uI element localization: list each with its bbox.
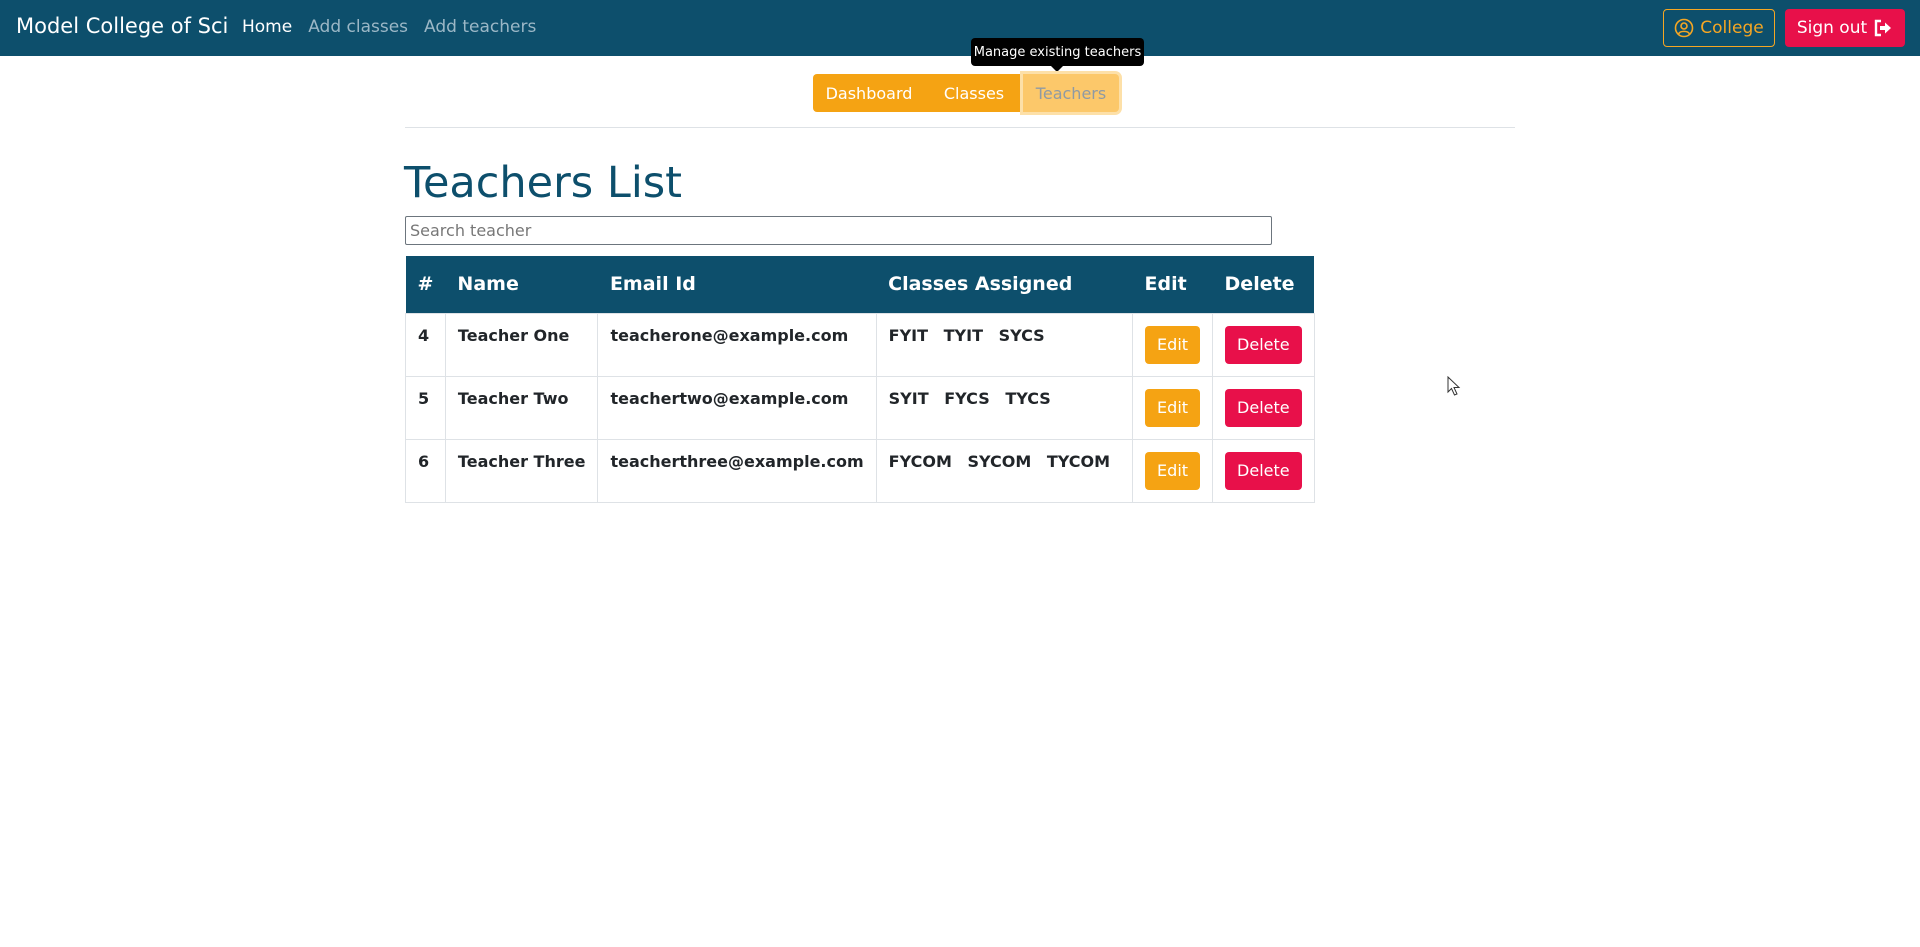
table-row: 6 Teacher Three teacherthree@example.com… — [405, 438, 1315, 503]
section-tabs: Dashboard Classes Teachers — [813, 74, 1119, 112]
class-tag: SYCS — [998, 325, 1045, 345]
row-classes: FYIT TYIT SYCS — [875, 312, 1134, 377]
class-tag: FYIT — [888, 325, 929, 345]
tab-classes[interactable]: Classes — [925, 74, 1023, 112]
row-email: teacherone@example.com — [597, 312, 877, 377]
table-row: 5 Teacher Two teachertwo@example.com SYI… — [405, 375, 1315, 440]
class-tag: TYIT — [943, 325, 983, 345]
class-tag: FYCOM — [888, 451, 952, 471]
row-classes: SYIT FYCS TYCS — [875, 375, 1134, 440]
header-edit: Edit — [1132, 256, 1213, 313]
row-name: Teacher One — [444, 312, 599, 377]
header-delete: Delete — [1212, 256, 1315, 313]
sign-out-button[interactable]: Sign out — [1785, 9, 1905, 47]
page-title: Teachers List — [404, 158, 683, 208]
row-number: 6 — [405, 438, 446, 503]
class-tag: SYCOM — [967, 451, 1032, 471]
row-edit-cell: Edit — [1132, 375, 1214, 440]
nav-link-add-teachers[interactable]: Add teachers — [424, 17, 536, 37]
class-tag: FYCS — [944, 388, 990, 408]
delete-button[interactable]: Delete — [1225, 451, 1302, 490]
header-email: Email Id — [597, 256, 877, 313]
delete-button[interactable]: Delete — [1225, 325, 1302, 364]
search-input[interactable] — [405, 216, 1272, 245]
sign-out-icon — [1874, 19, 1892, 37]
teachers-table: # Name Email Id Classes Assigned Edit De… — [405, 256, 1315, 503]
class-tag: SYIT — [888, 388, 929, 408]
class-tag: TYCS — [1005, 388, 1051, 408]
row-name: Teacher Two — [444, 375, 599, 440]
nav-links: Home Add classes Add teachers — [242, 17, 536, 37]
tooltip: Manage existing teachers — [971, 38, 1144, 72]
edit-button[interactable]: Edit — [1145, 388, 1201, 427]
college-button[interactable]: College — [1663, 9, 1775, 47]
table-header-row: # Name Email Id Classes Assigned Edit De… — [405, 256, 1315, 313]
row-name: Teacher Three — [444, 438, 599, 503]
tab-teachers[interactable]: Teachers — [1023, 74, 1119, 112]
top-navbar: Model College of Sci Home Add classes Ad… — [0, 0, 1920, 56]
row-delete-cell: Delete — [1212, 375, 1315, 440]
edit-button[interactable]: Edit — [1145, 451, 1201, 490]
header-classes: Classes Assigned — [876, 256, 1133, 313]
nav-link-add-classes[interactable]: Add classes — [308, 17, 408, 37]
row-number: 4 — [405, 312, 446, 377]
nav-link-home[interactable]: Home — [242, 17, 292, 37]
user-circle-icon — [1674, 18, 1694, 38]
edit-button[interactable]: Edit — [1145, 325, 1201, 364]
row-classes: FYCOM SYCOM TYCOM — [875, 438, 1134, 503]
row-email: teacherthree@example.com — [597, 438, 877, 503]
row-number: 5 — [405, 375, 446, 440]
row-edit-cell: Edit — [1132, 438, 1214, 503]
sign-out-label: Sign out — [1796, 18, 1868, 38]
row-edit-cell: Edit — [1132, 312, 1214, 377]
tab-dashboard[interactable]: Dashboard — [813, 74, 925, 112]
row-delete-cell: Delete — [1212, 438, 1315, 503]
brand-title[interactable]: Model College of Sci — [16, 14, 228, 38]
header-number: # — [405, 256, 446, 313]
row-delete-cell: Delete — [1212, 312, 1315, 377]
row-email: teachertwo@example.com — [597, 375, 877, 440]
table-row: 4 Teacher One teacherone@example.com FYI… — [405, 312, 1315, 377]
class-tag: TYCOM — [1046, 451, 1111, 471]
mouse-cursor-icon — [1447, 376, 1461, 396]
header-name: Name — [445, 256, 598, 313]
delete-button[interactable]: Delete — [1225, 388, 1302, 427]
divider — [405, 127, 1515, 128]
college-button-label: College — [1700, 18, 1764, 38]
